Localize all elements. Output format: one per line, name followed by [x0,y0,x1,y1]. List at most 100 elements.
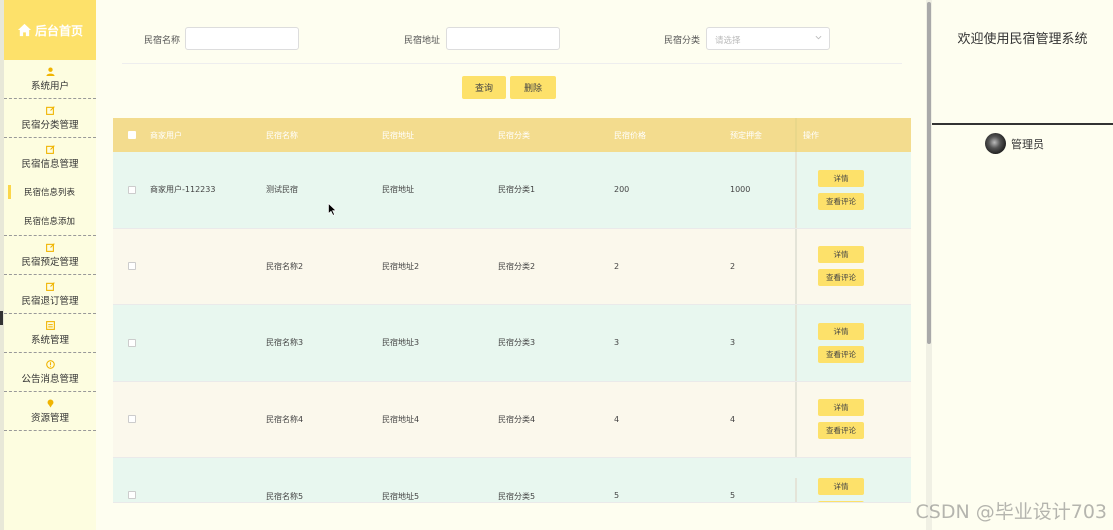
cell-price: 3 [614,338,620,348]
cell-name: 民宿名称5 [266,492,304,501]
cell-merchant: 商家用户-112233 [150,185,216,195]
avatar [985,133,1006,154]
sidebar-item-system-users[interactable]: 系统用户 [4,60,96,99]
row-checkbox[interactable] [127,415,136,424]
info-icon [45,359,55,369]
sidebar-item-label: 民宿信息管理 [21,159,79,170]
cell-price: 4 [614,414,620,424]
category-label: 民宿分类 [664,36,701,46]
sidebar-subitem-info-list[interactable]: 民宿信息列表 [4,177,96,206]
sidebar-item-system-mgmt[interactable]: 系统管理 [4,314,96,353]
category-select[interactable]: 请选择 [706,27,830,50]
cell-category: 民宿分类4 [498,414,536,424]
chevron-down-icon [815,35,822,40]
name-input[interactable] [185,27,299,50]
divider [122,63,902,64]
detail-button[interactable]: 详情 [818,478,864,495]
sidebar-item-info-mgmt[interactable]: 民宿信息管理 [4,138,96,177]
detail-button[interactable]: 详情 [818,399,864,417]
delete-button[interactable]: 删除 [510,76,556,99]
column-header: 操作 [795,118,911,152]
column-header: 民宿名称 [266,130,298,140]
data-table: 商家用户 民宿名称 民宿地址 民宿分类 民宿价格 预定押金 操作 商家用户-11… [113,118,911,503]
detail-button[interactable]: 详情 [818,322,864,340]
table-row: 民宿名称5 民宿地址5 民宿分类5 5 5 详情 查看评论 [113,458,911,503]
edit-icon [45,105,55,115]
cell-deposit: 3 [730,338,736,348]
select-all-checkbox[interactable] [127,131,136,139]
mouse-cursor-icon [328,203,337,216]
row-checkbox[interactable] [127,491,136,499]
sidebar-item-category-mgmt[interactable]: 民宿分类管理 [4,99,96,138]
sidebar-item-cancel-mgmt[interactable]: 民宿退订管理 [4,275,96,314]
detail-button[interactable]: 详情 [818,169,864,187]
view-reviews-button[interactable]: 查看评论 [818,422,864,440]
sidebar-item-label: 资源管理 [30,412,69,424]
cell-name: 民宿名称3 [266,338,304,348]
scrollbar-thumb[interactable] [927,2,931,344]
cell-address: 民宿地址2 [382,261,420,271]
cell-address: 民宿地址3 [382,338,420,348]
cell-deposit: 5 [730,491,736,500]
cell-name: 民宿名称4 [266,414,304,424]
column-header: 商家用户 [150,130,182,140]
sidebar-subitem-label: 民宿信息添加 [24,216,76,227]
view-reviews-button[interactable]: 查看评论 [818,269,864,287]
sidebar-item-label: 民宿退订管理 [21,295,79,307]
view-reviews-button[interactable]: 查看评论 [818,345,864,363]
user-icon [45,67,55,76]
home-icon [17,23,32,37]
sidebar-subitem-info-add[interactable]: 民宿信息添加 [4,206,96,236]
right-panel: 欢迎使用民宿管理系统 管理员 [932,0,1113,530]
row-checkbox[interactable] [127,185,136,194]
sidebar-item-notice-mgmt[interactable]: 公告消息管理 [4,353,96,392]
column-header: 民宿分类 [498,130,530,140]
row-checkbox[interactable] [127,338,136,347]
table-row: 商家用户-112233 测试民宿 民宿地址 民宿分类1 200 1000 详情 … [113,152,911,229]
sidebar-item-label: 民宿预定管理 [21,256,79,268]
column-header: 民宿地址 [382,130,414,140]
detail-button[interactable]: 详情 [818,246,864,264]
search-bar: 民宿名称 民宿地址 民宿分类 请选择 [96,27,926,51]
sidebar: 后台首页 系统用户 民宿分类管理 民宿信息管理 民宿信息列表 民宿信息添加 民宿… [4,0,96,530]
admin-name: 管理员 [1011,137,1044,151]
cell-price: 5 [614,491,620,500]
sidebar-home-label: 后台首页 [34,23,83,38]
column-header: 民宿价格 [614,130,646,140]
sidebar-item-label: 系统用户 [30,80,69,92]
view-reviews-button[interactable]: 查看评论 [818,501,864,502]
sidebar-item-label: 公告消息管理 [21,373,79,385]
admin-profile[interactable]: 管理员 [985,133,1044,154]
table-row: 民宿名称4 民宿地址4 民宿分类4 4 4 详情 查看评论 [113,381,911,458]
edit-icon [45,242,55,252]
cell-category: 民宿分类2 [498,261,536,271]
row-checkbox[interactable] [127,262,136,271]
sidebar-home[interactable]: 后台首页 [4,0,96,60]
right-divider [932,123,1113,125]
cell-category: 民宿分类3 [498,338,536,348]
cell-price: 200 [614,185,630,195]
watermark: CSDN @毕业设计703 [915,501,1107,523]
address-label: 民宿地址 [404,36,441,46]
sidebar-item-resource-mgmt[interactable]: 资源管理 [4,392,96,431]
sidebar-item-label: 系统管理 [30,334,69,346]
view-reviews-button[interactable]: 查看评论 [818,192,864,210]
edit-icon [45,281,55,291]
sidebar-subitem-label: 民宿信息列表 [24,187,76,198]
sidebar-item-label: 民宿分类管理 [21,119,79,131]
cell-deposit: 1000 [730,185,751,195]
cell-deposit: 2 [730,261,736,271]
name-label: 民宿名称 [144,36,181,46]
cell-price: 2 [614,261,620,271]
pin-icon [47,398,53,408]
sidebar-item-booking-mgmt[interactable]: 民宿预定管理 [4,236,96,275]
table-row: 民宿名称3 民宿地址3 民宿分类3 3 3 详情 查看评论 [113,305,911,382]
category-placeholder: 请选择 [715,36,741,46]
query-button[interactable]: 查询 [462,76,506,99]
table-header: 商家用户 民宿名称 民宿地址 民宿分类 民宿价格 预定押金 操作 [113,118,911,152]
cell-category: 民宿分类5 [498,492,536,501]
welcome-text: 欢迎使用民宿管理系统 [957,32,1088,47]
grid-icon [45,320,55,330]
address-input[interactable] [446,27,560,50]
cell-address: 民宿地址5 [382,492,420,501]
